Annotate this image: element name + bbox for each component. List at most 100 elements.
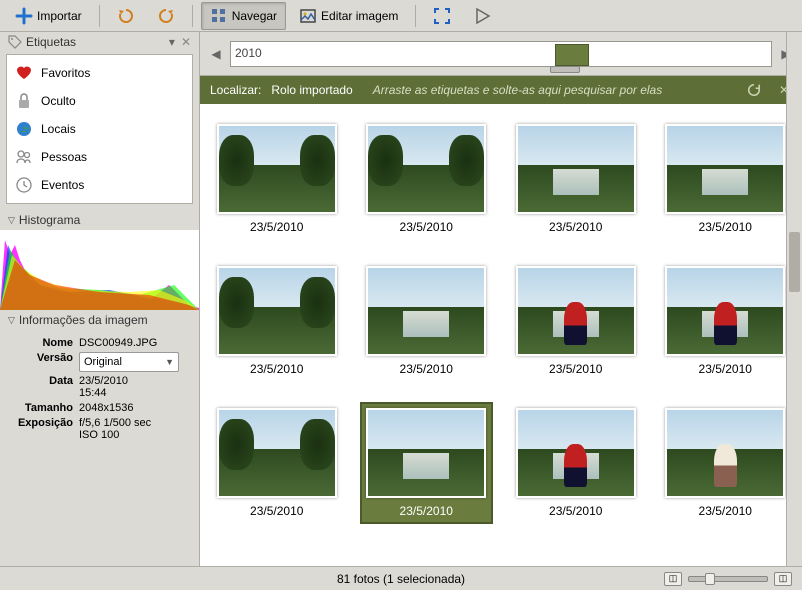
zoom-slider[interactable] (688, 576, 768, 582)
refresh-icon[interactable] (746, 82, 762, 98)
tags-panel-header[interactable]: Etiquetas ▾ ✕ (0, 32, 199, 52)
version-select[interactable]: Original ▼ (79, 352, 179, 372)
fullscreen-icon (433, 7, 451, 25)
thumbnail[interactable]: 23/5/2010 (509, 260, 643, 382)
thumbnail[interactable]: 23/5/2010 (659, 118, 793, 240)
image-icon (299, 7, 317, 25)
thumbnail-image (217, 408, 337, 498)
thumbnail[interactable]: 23/5/2010 (210, 118, 344, 240)
plus-icon (15, 7, 33, 25)
thumbnail[interactable]: 23/5/2010 (659, 260, 793, 382)
thumbnail[interactable]: 23/5/2010 (360, 260, 494, 382)
sidebar: Etiquetas ▾ ✕ Favoritos Oculto Locais Pe… (0, 32, 200, 566)
thumbnail-image (366, 408, 486, 498)
info-exposure-value: f/5,6 1/500 sec (79, 417, 191, 429)
sidebar-item-favoritos[interactable]: Favoritos (11, 59, 188, 87)
lock-icon (15, 92, 33, 110)
sidebar-item-oculto[interactable]: Oculto (11, 87, 188, 115)
separator (415, 5, 416, 27)
thumbnail-date: 23/5/2010 (549, 220, 602, 234)
collapse-icon: ▽ (8, 215, 15, 226)
rotate-right-icon (157, 7, 175, 25)
content-area: ◀ 2010 ▶ Localizar: Rolo importado Arras… (200, 32, 802, 566)
thumbnail-image (665, 408, 785, 498)
histogram-panel-header[interactable]: ▽ Histograma (0, 210, 199, 230)
timeline-track[interactable]: 2010 (230, 41, 772, 67)
version-value: Original (84, 356, 122, 368)
histogram (0, 230, 199, 310)
separator (192, 5, 193, 27)
thumbnail-image (665, 266, 785, 356)
thumbnail-area[interactable]: 23/5/2010 23/5/2010 23/5/2010 23/5/2010 23/5… (200, 104, 802, 566)
zoom-out-button[interactable]: ◫ (664, 572, 682, 586)
info-version-label: Versão (8, 352, 73, 372)
info-name-label: Nome (8, 337, 73, 349)
timeline-scrubber[interactable] (550, 66, 580, 73)
chevron-down-icon[interactable]: ▾ (169, 35, 175, 49)
import-label: Importar (37, 9, 82, 23)
thumbnail-date: 23/5/2010 (699, 362, 752, 376)
thumbnail-image (366, 266, 486, 356)
thumbnail-date: 23/5/2010 (549, 504, 602, 518)
thumbnail[interactable]: 23/5/2010 (509, 118, 643, 240)
sidebar-item-pessoas[interactable]: Pessoas (11, 143, 188, 171)
people-icon (15, 148, 33, 166)
separator (99, 5, 100, 27)
status-bar: 81 fotos (1 selecionada) ◫ ◫ (0, 566, 802, 590)
vertical-scrollbar[interactable] (786, 32, 802, 566)
import-button[interactable]: Importar (6, 2, 91, 30)
info-size-value: 2048x1536 (79, 402, 191, 414)
fullscreen-button[interactable] (424, 2, 460, 30)
info-title: Informações da imagem (19, 313, 148, 327)
tag-icon (8, 35, 22, 49)
thumbnail-date: 23/5/2010 (250, 220, 303, 234)
search-hint: Arraste as etiquetas e solte-as aqui pes… (373, 83, 663, 97)
status-text: 81 fotos (1 selecionada) (337, 572, 465, 586)
timeline-year: 2010 (235, 46, 262, 60)
thumbnail-image (217, 124, 337, 214)
thumbnail-image (665, 124, 785, 214)
thumbnail-date: 23/5/2010 (699, 220, 752, 234)
thumbnail-date: 23/5/2010 (699, 504, 752, 518)
sidebar-item-eventos[interactable]: Eventos (11, 171, 188, 199)
tags-title: Etiquetas (26, 35, 76, 49)
thumbnail[interactable]: 23/5/2010 (360, 402, 494, 524)
toolbar: Importar Navegar Editar imagem (0, 0, 802, 32)
thumbnail[interactable]: 23/5/2010 (210, 260, 344, 382)
image-info: Nome DSC00949.JPG Versão Original ▼ Data… (0, 330, 199, 448)
thumbnail-date: 23/5/2010 (400, 362, 453, 376)
collapse-icon: ▽ (8, 315, 15, 326)
rotate-right-button[interactable] (148, 2, 184, 30)
search-label: Localizar: (210, 83, 261, 97)
info-date-value: 23/5/2010 (79, 375, 191, 387)
sidebar-item-label: Eventos (41, 178, 84, 192)
chevron-down-icon: ▼ (165, 357, 174, 367)
thumbnail-date: 23/5/2010 (400, 504, 453, 518)
close-icon[interactable]: ✕ (181, 35, 191, 49)
scrollbar-thumb[interactable] (789, 232, 800, 292)
search-bar: Localizar: Rolo importado Arraste as eti… (200, 76, 802, 104)
search-roll[interactable]: Rolo importado (271, 83, 352, 97)
timeline-prev[interactable]: ◀ (208, 46, 224, 62)
browse-button[interactable]: Navegar (201, 2, 286, 30)
edit-image-button[interactable]: Editar imagem (290, 2, 407, 30)
thumbnail[interactable]: 23/5/2010 (360, 118, 494, 240)
sidebar-item-label: Pessoas (41, 150, 87, 164)
zoom-knob[interactable] (705, 573, 715, 585)
rotate-left-button[interactable] (108, 2, 144, 30)
timeline: ◀ 2010 ▶ (200, 32, 802, 76)
thumbnail[interactable]: 23/5/2010 (659, 402, 793, 524)
grid-icon (210, 7, 228, 25)
zoom-in-button[interactable]: ◫ (774, 572, 792, 586)
thumbnail-image (516, 124, 636, 214)
thumbnail-date: 23/5/2010 (400, 220, 453, 234)
info-iso-value: ISO 100 (79, 429, 191, 441)
sidebar-item-locais[interactable]: Locais (11, 115, 188, 143)
slideshow-button[interactable] (464, 2, 500, 30)
info-panel-header[interactable]: ▽ Informações da imagem (0, 310, 199, 330)
thumbnail[interactable]: 23/5/2010 (509, 402, 643, 524)
thumbnail[interactable]: 23/5/2010 (210, 402, 344, 524)
info-exposure-label: Exposição (8, 417, 73, 441)
clock-icon (15, 176, 33, 194)
timeline-bar[interactable] (555, 44, 589, 66)
